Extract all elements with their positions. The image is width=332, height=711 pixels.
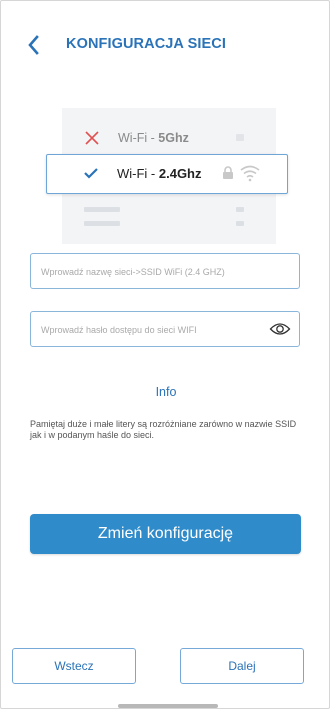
placeholder-dot [236,221,244,226]
password-field[interactable] [30,311,300,348]
change-config-button[interactable]: Zmień konfigurację [30,514,301,554]
back-button[interactable]: Wstecz [12,648,136,684]
placeholder-line [84,207,120,212]
network-prefix: Wi-Fi - [118,131,159,145]
network-item-5ghz: Wi-Fi - 5Ghz [84,128,244,150]
ssid-field[interactable] [30,253,300,290]
placeholder-dot [236,207,244,212]
next-button[interactable]: Dalej [180,648,304,684]
info-link[interactable]: Info [0,385,332,399]
home-indicator [118,704,218,708]
wifi-icon [240,165,260,182]
selected-network-card[interactable]: Wi-Fi - 2.4Ghz [46,154,288,194]
case-sensitivity-note: Pamiętaj duże i małe litery są rozróżnia… [30,419,297,440]
close-x-icon [85,131,99,145]
network-band: 2.4Ghz [158,166,202,181]
lock-icon [223,166,233,179]
page-title: KONFIGURACJA SIECI [66,36,226,52]
check-icon [84,168,98,179]
back-arrow-icon[interactable] [24,32,46,58]
ssid-input[interactable] [39,254,273,290]
network-label-24ghz: Wi-Fi - 2.4Ghz [117,166,202,181]
header: KONFIGURACJA SIECI [0,28,332,62]
network-prefix: Wi-Fi - [117,166,159,181]
placeholder-line [84,221,120,226]
placeholder-dot [236,134,244,141]
network-band: 5Ghz [158,131,189,145]
device-frame [0,0,330,709]
password-input[interactable] [39,312,273,348]
eye-icon[interactable] [269,320,291,338]
network-label-5ghz: Wi-Fi - 5Ghz [118,131,189,145]
